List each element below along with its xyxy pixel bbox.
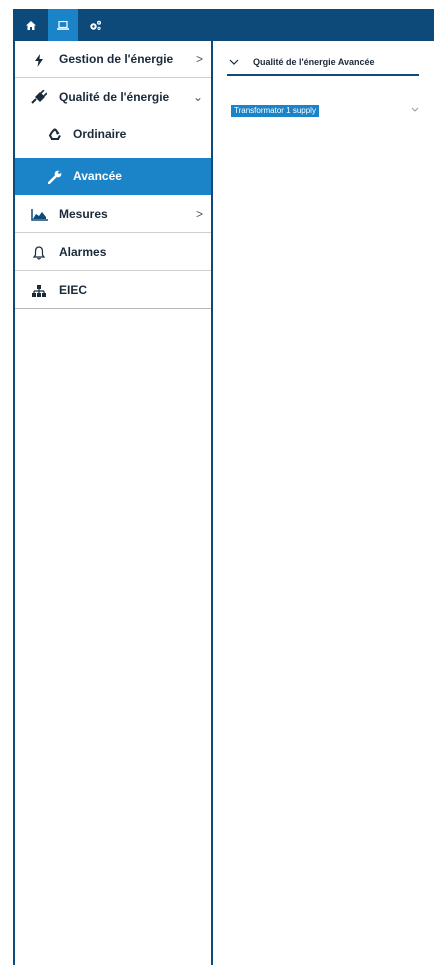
recycle-icon: [46, 126, 64, 142]
home-icon: [26, 20, 36, 30]
toolbar-home-button[interactable]: [16, 9, 46, 41]
panel-title: Qualité de l'énergie Avancée: [253, 57, 375, 67]
sidebar-item-label: Qualité de l'énergie: [59, 89, 170, 104]
sidebar: Gestion de l'énergie > Qualité de l'éner…: [13, 41, 213, 965]
top-toolbar: [13, 9, 434, 41]
sidebar-item-label: Gestion de l'énergie: [59, 52, 174, 66]
sidebar-item-label: Avancée: [73, 169, 122, 183]
toolbar-laptop-button[interactable]: [48, 9, 78, 41]
chevron-down-icon: [229, 59, 239, 65]
sidebar-item-alarmes[interactable]: Alarmes: [15, 234, 211, 271]
app-frame: Gestion de l'énergie > Qualité de l'éner…: [13, 9, 434, 965]
sidebar-item-label: Ordinaire: [73, 126, 127, 141]
sitemap-icon: [30, 283, 48, 299]
chevron-right-icon: >: [195, 207, 203, 221]
sidebar-item-mesures[interactable]: Mesures >: [15, 196, 211, 233]
sidebar-item-label: Mesures: [59, 207, 108, 221]
chevron-down-icon: ⌄: [192, 89, 203, 104]
main-content: Qualité de l'énergie Avancée Transformat…: [213, 41, 434, 965]
toolbar-settings-button[interactable]: [80, 9, 110, 41]
supply-select[interactable]: Transformator 1 supply: [231, 105, 419, 117]
chevron-down-icon: [411, 107, 419, 112]
wrench-icon: [46, 169, 64, 185]
sidebar-subitem-ordinaire[interactable]: Ordinaire: [15, 115, 211, 152]
cogs-icon: [89, 20, 101, 30]
panel-header[interactable]: Qualité de l'énergie Avancée: [227, 50, 419, 76]
sidebar-item-label: EIEC: [59, 283, 88, 297]
sidebar-item-gestion-energie[interactable]: Gestion de l'énergie >: [15, 41, 211, 78]
sidebar-item-qualite-energie[interactable]: Qualité de l'énergie ⌄: [15, 78, 211, 115]
sidebar-item-label: Alarmes: [59, 245, 107, 259]
area-chart-icon: [30, 207, 48, 223]
bell-icon: [30, 245, 48, 261]
chevron-right-icon: >: [195, 52, 203, 66]
select-value: Transformator 1 supply: [231, 105, 319, 117]
sidebar-subitem-avancee[interactable]: Avancée: [15, 158, 211, 195]
lightning-icon: [30, 52, 48, 68]
laptop-icon: [57, 20, 69, 30]
plug-icon: [30, 89, 48, 105]
sidebar-item-eiec[interactable]: EIEC: [15, 272, 211, 309]
